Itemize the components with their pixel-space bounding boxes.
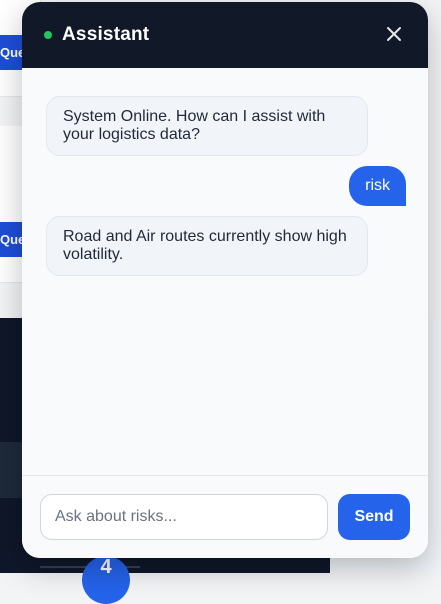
chat-header: Assistant (22, 2, 428, 68)
send-button[interactable]: Send (338, 494, 410, 540)
assistant-message: Road and Air routes currently show high … (46, 216, 368, 276)
background-step-badge[interactable]: 4 (82, 556, 130, 604)
chat-input[interactable] (40, 494, 328, 540)
online-status-dot (44, 31, 52, 39)
message-list: System Online. How can I assist with you… (22, 68, 428, 475)
assistant-chat-panel: Assistant System Online. How can I assis… (22, 2, 428, 558)
close-icon[interactable] (384, 24, 404, 44)
user-message: risk (349, 166, 406, 206)
chat-title: Assistant (62, 24, 150, 45)
chat-composer: Send (22, 475, 428, 558)
assistant-message: System Online. How can I assist with you… (46, 96, 368, 156)
